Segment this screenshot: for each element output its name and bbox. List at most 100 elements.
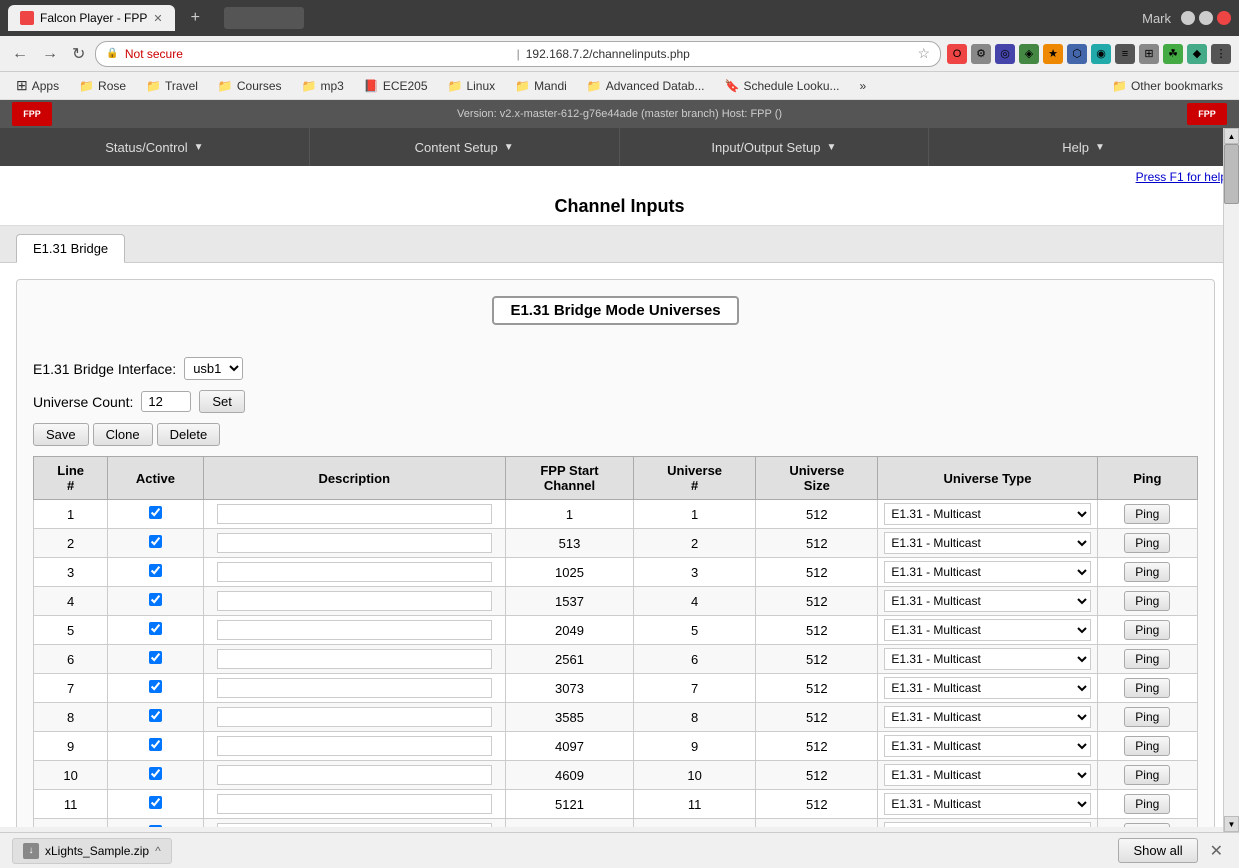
active-checkbox[interactable] xyxy=(149,825,162,827)
ping-button[interactable]: Ping xyxy=(1124,591,1170,611)
universe-type-select[interactable]: E1.31 - Multicast xyxy=(884,822,1090,827)
description-input[interactable] xyxy=(217,823,492,827)
active-checkbox[interactable] xyxy=(149,622,162,635)
universe-type-select[interactable]: E1.31 - Multicast xyxy=(884,648,1090,670)
close-button[interactable] xyxy=(1217,11,1231,25)
description-input[interactable] xyxy=(217,707,492,727)
browser-tab[interactable]: Falcon Player - FPP ✕ xyxy=(8,5,175,31)
bookmark-more[interactable]: » xyxy=(852,77,875,95)
ping-button[interactable]: Ping xyxy=(1124,823,1170,827)
ext-icon-10[interactable]: ☘ xyxy=(1163,44,1183,64)
ext-icon-6[interactable]: ⬡ xyxy=(1067,44,1087,64)
bookmark-advanced-db[interactable]: 📁 Advanced Datab... xyxy=(579,77,713,95)
bookmark-linux[interactable]: 📁 Linux xyxy=(440,77,504,95)
ext-icon-2[interactable]: ⚙ xyxy=(971,44,991,64)
ext-icon-3[interactable]: ◎ xyxy=(995,44,1015,64)
description-input[interactable] xyxy=(217,765,492,785)
bookmark-travel[interactable]: 📁 Travel xyxy=(138,77,206,95)
universe-type-select[interactable]: E1.31 - Multicast xyxy=(884,735,1090,757)
interface-select[interactable]: usb1 usb2 eth0 xyxy=(184,357,243,380)
universe-type-select[interactable]: E1.31 - Multicast xyxy=(884,503,1090,525)
active-checkbox[interactable] xyxy=(149,535,162,548)
ext-icon-8[interactable]: ≡ xyxy=(1115,44,1135,64)
universe-type-select[interactable]: E1.31 - Multicast xyxy=(884,532,1090,554)
description-input[interactable] xyxy=(217,649,492,669)
ext-icon-4[interactable]: ◈ xyxy=(1019,44,1039,64)
bookmark-courses[interactable]: 📁 Courses xyxy=(210,77,290,95)
ping-button[interactable]: Ping xyxy=(1124,533,1170,553)
description-input[interactable] xyxy=(217,736,492,756)
scroll-up-button[interactable]: ▲ xyxy=(1224,128,1239,144)
universe-type-select[interactable]: E1.31 - Multicast xyxy=(884,677,1090,699)
universe-type-select[interactable]: E1.31 - Multicast xyxy=(884,619,1090,641)
active-checkbox[interactable] xyxy=(149,651,162,664)
active-checkbox[interactable] xyxy=(149,506,162,519)
apps-button[interactable]: ⊞ Apps xyxy=(8,75,67,96)
ext-menu-icon[interactable]: ⋮ xyxy=(1211,44,1231,64)
address-bar[interactable]: 🔒 Not secure | 192.168.7.2/channelinputs… xyxy=(95,41,941,67)
active-checkbox[interactable] xyxy=(149,796,162,809)
ping-button[interactable]: Ping xyxy=(1124,678,1170,698)
description-input[interactable] xyxy=(217,504,492,524)
ping-button[interactable]: Ping xyxy=(1124,707,1170,727)
ping-button[interactable]: Ping xyxy=(1124,794,1170,814)
reload-button[interactable]: ↻ xyxy=(68,42,89,66)
ext-icon-5[interactable]: ★ xyxy=(1043,44,1063,64)
scroll-down-button[interactable]: ▼ xyxy=(1224,816,1239,832)
tab-close-button[interactable]: ✕ xyxy=(153,12,162,25)
tab-e131-bridge[interactable]: E1.31 Bridge xyxy=(16,234,125,263)
active-checkbox[interactable] xyxy=(149,564,162,577)
back-button[interactable]: ← xyxy=(8,43,32,65)
active-checkbox[interactable] xyxy=(149,738,162,751)
universe-count-input[interactable] xyxy=(141,391,191,412)
ping-button[interactable]: Ping xyxy=(1124,504,1170,524)
scroll-thumb[interactable] xyxy=(1224,144,1239,204)
ping-button[interactable]: Ping xyxy=(1124,649,1170,669)
bookmark-mandi[interactable]: 📁 Mandi xyxy=(507,77,575,95)
nav-io-setup[interactable]: Input/Output Setup ▼ xyxy=(620,128,930,166)
ping-button[interactable]: Ping xyxy=(1124,562,1170,582)
ping-button[interactable]: Ping xyxy=(1124,765,1170,785)
description-input[interactable] xyxy=(217,562,492,582)
right-scrollbar[interactable]: ▲ ▼ xyxy=(1223,128,1239,832)
delete-button[interactable]: Delete xyxy=(157,423,221,446)
nav-status-control[interactable]: Status/Control ▼ xyxy=(0,128,310,166)
clone-button[interactable]: Clone xyxy=(93,423,153,446)
nav-content-setup[interactable]: Content Setup ▼ xyxy=(310,128,620,166)
ping-button[interactable]: Ping xyxy=(1124,620,1170,640)
save-button[interactable]: Save xyxy=(33,423,89,446)
universe-type-select[interactable]: E1.31 - Multicast xyxy=(884,590,1090,612)
bookmark-star-icon[interactable]: ☆ xyxy=(917,45,930,62)
ext-icon-9[interactable]: ⊞ xyxy=(1139,44,1159,64)
universe-type-select[interactable]: E1.31 - Multicast xyxy=(884,793,1090,815)
bookmark-rose[interactable]: 📁 Rose xyxy=(71,77,134,95)
bookmark-mp3[interactable]: 📁 mp3 xyxy=(294,77,352,95)
status-close-button[interactable]: ✕ xyxy=(1206,841,1227,861)
other-bookmarks[interactable]: 📁 Other bookmarks xyxy=(1104,77,1231,95)
universe-type-select[interactable]: E1.31 - Multicast xyxy=(884,706,1090,728)
minimize-button[interactable] xyxy=(1181,11,1195,25)
description-input[interactable] xyxy=(217,591,492,611)
universe-type-select[interactable]: E1.31 - Multicast xyxy=(884,561,1090,583)
help-link[interactable]: Press F1 for help xyxy=(1136,170,1227,184)
active-checkbox[interactable] xyxy=(149,709,162,722)
description-input[interactable] xyxy=(217,620,492,640)
address-url[interactable]: 192.168.7.2/channelinputs.php xyxy=(526,47,912,61)
active-checkbox[interactable] xyxy=(149,680,162,693)
show-all-button[interactable]: Show all xyxy=(1118,838,1197,863)
set-button[interactable]: Set xyxy=(199,390,245,413)
universe-type-select[interactable]: E1.31 - Multicast xyxy=(884,764,1090,786)
forward-button[interactable]: → xyxy=(38,43,62,65)
ext-icon-7[interactable]: ◉ xyxy=(1091,44,1111,64)
description-input[interactable] xyxy=(217,533,492,553)
bookmark-ece205[interactable]: 📕 ECE205 xyxy=(356,77,436,95)
new-tab-button[interactable]: + xyxy=(183,5,208,31)
description-input[interactable] xyxy=(217,678,492,698)
active-checkbox[interactable] xyxy=(149,593,162,606)
ext-icon-11[interactable]: ◆ xyxy=(1187,44,1207,64)
ping-button[interactable]: Ping xyxy=(1124,736,1170,756)
active-checkbox[interactable] xyxy=(149,767,162,780)
bookmark-schedule[interactable]: 🔖 Schedule Looku... xyxy=(716,77,847,95)
opera-icon[interactable]: O xyxy=(947,44,967,64)
maximize-button[interactable] xyxy=(1199,11,1213,25)
